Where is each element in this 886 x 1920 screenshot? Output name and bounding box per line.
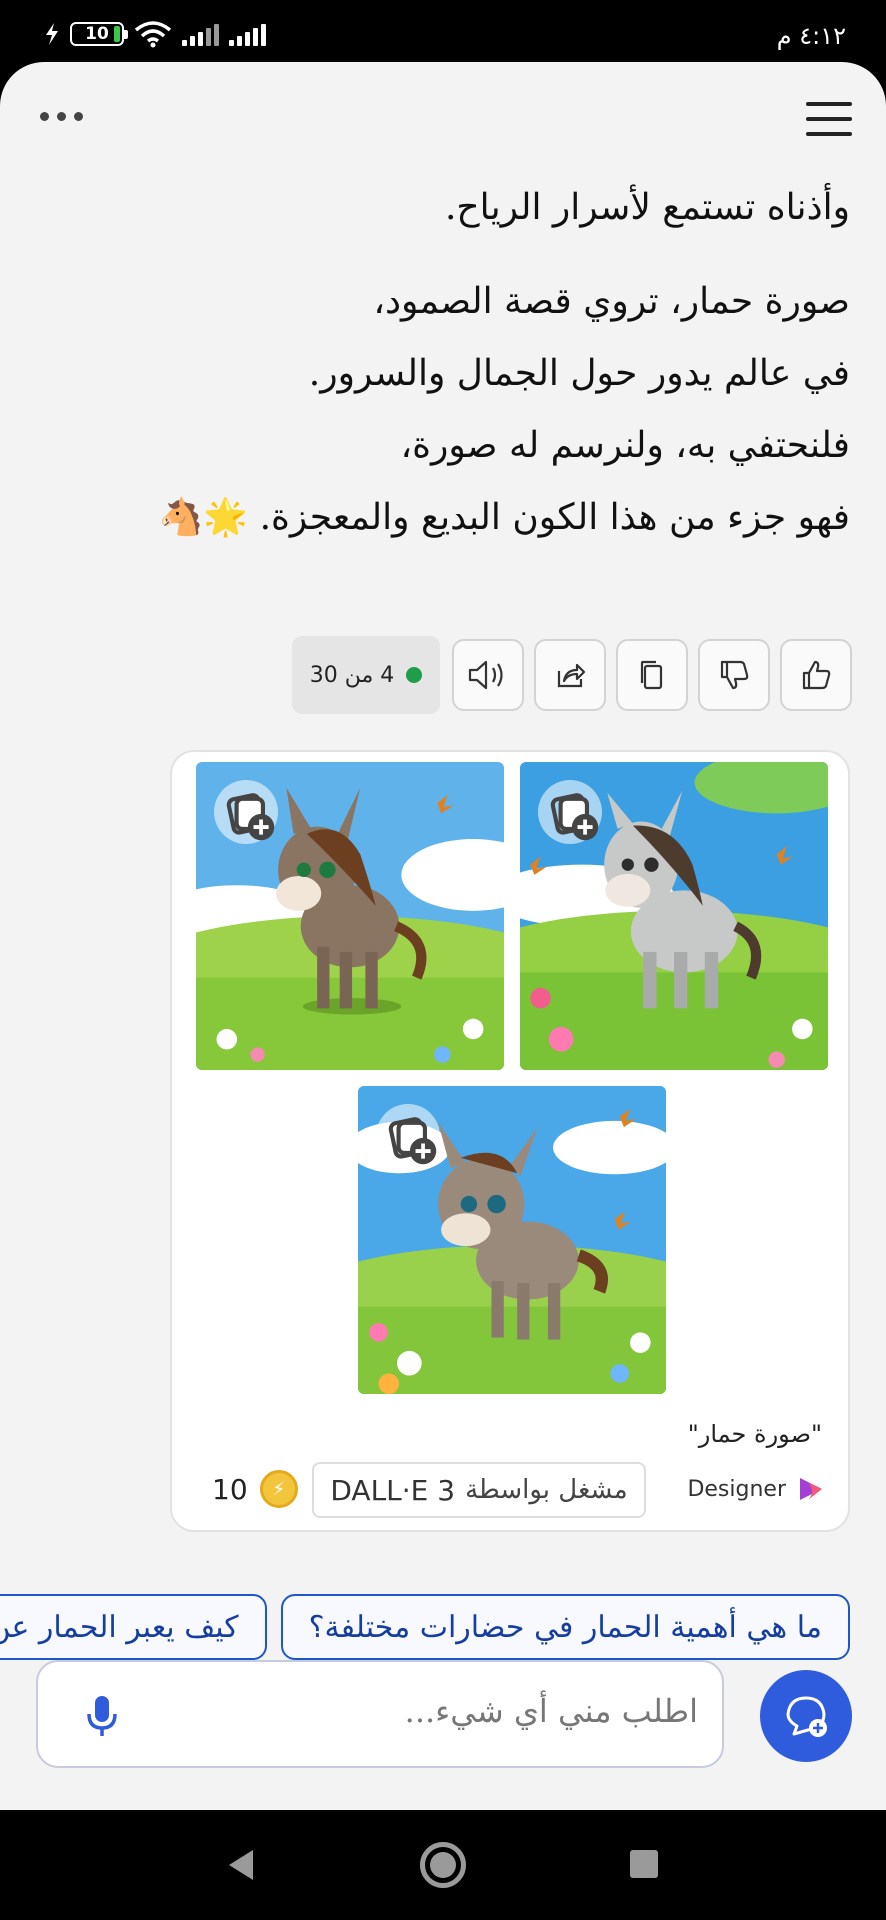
assistant-message: وأذناه تستمع لأسرار الرياح. صورة حمار، ت… <box>30 172 850 554</box>
home-icon[interactable] <box>420 1842 466 1888</box>
chat-screen: وأذناه تستمع لأسرار الرياح. صورة حمار، ت… <box>0 62 886 1810</box>
share-icon <box>557 663 586 688</box>
copy-icon <box>640 660 663 690</box>
wifi-icon <box>134 21 172 48</box>
back-icon[interactable] <box>225 1848 255 1882</box>
battery-level: 10 <box>85 24 109 44</box>
signal-icon-2 <box>229 22 266 46</box>
message-line: صورة حمار، تروي قصة الصمود، <box>373 281 850 322</box>
copy-image-icon[interactable] <box>376 1104 440 1168</box>
new-chat-icon <box>786 1696 827 1737</box>
top-bar <box>0 62 886 182</box>
message-line: فلنحتفي به، ولنرسم له صورة، <box>400 425 850 466</box>
system-nav-bar <box>0 1810 886 1920</box>
dislike-icon <box>720 660 749 690</box>
message-line: وأذناه تستمع لأسرار الرياح. <box>444 187 850 228</box>
read-aloud-button[interactable] <box>452 639 524 711</box>
recent-apps-icon[interactable] <box>630 1850 658 1878</box>
copy-image-icon[interactable] <box>538 780 602 844</box>
dislike-button[interactable] <box>698 639 770 711</box>
message-actions: 4 من 30 <box>292 636 852 714</box>
microphone-icon[interactable] <box>72 1686 132 1746</box>
boost-counter: 10 ⚡ <box>212 1470 298 1508</box>
copy-button[interactable] <box>616 639 688 711</box>
image-card-footer: Designer مشغل بواسطة DALL·E 3 10 ⚡ <box>172 1462 848 1518</box>
powered-by-model: DALL·E 3 <box>330 1473 456 1507</box>
powered-by-badge: مشغل بواسطة DALL·E 3 <box>312 1462 646 1518</box>
input-placeholder: اطلب مني أي شيء... <box>404 1692 698 1730</box>
signal-icon <box>182 22 219 46</box>
image-result-card: "صورة حمار" Designer مشغل بواسطة DALL·E … <box>170 750 850 1532</box>
counter-text: 4 من 30 <box>309 662 395 688</box>
suggestion-chip[interactable]: ما هي أهمية الحمار في حضارات مختلفة؟ <box>280 1594 850 1660</box>
generated-image[interactable] <box>196 762 504 1070</box>
generated-image[interactable] <box>358 1086 666 1394</box>
generated-image[interactable] <box>520 762 828 1070</box>
message-line: في عالم يدور حول الجمال والسرور. <box>308 353 850 394</box>
like-button[interactable] <box>780 639 852 711</box>
status-dot <box>406 667 423 683</box>
charging-icon <box>46 23 58 45</box>
suggestion-chip[interactable]: كيف يعبر الحمار عن مشاعره؟ <box>0 1594 267 1660</box>
share-button[interactable] <box>534 639 606 711</box>
like-icon <box>802 660 831 690</box>
boost-count: 10 <box>212 1472 248 1506</box>
copy-image-icon[interactable] <box>214 780 278 844</box>
response-counter: 4 من 30 <box>292 636 440 714</box>
speaker-icon <box>468 660 503 690</box>
menu-icon[interactable] <box>806 102 852 136</box>
designer-link[interactable]: Designer <box>687 1474 826 1504</box>
designer-logo-icon <box>800 1478 822 1500</box>
suggestion-chips: ما هي أهمية الحمار في حضارات مختلفة؟ كيف… <box>0 1594 850 1660</box>
more-options-icon[interactable] <box>40 112 83 121</box>
new-topic-button[interactable] <box>760 1670 852 1762</box>
powered-by-prefix: مشغل بواسطة <box>465 1475 628 1505</box>
image-caption: "صورة حمار" <box>687 1420 822 1448</box>
battery-icon: 10 <box>70 22 128 46</box>
status-time: ٤:١٢ م <box>776 22 846 50</box>
boost-coin-icon: ⚡ <box>259 1470 298 1508</box>
designer-label: Designer <box>687 1476 786 1502</box>
message-line: فهو جزء من هذا الكون البديع والمعجزة. 🌟🐴 <box>158 497 850 538</box>
message-input[interactable]: اطلب مني أي شيء... <box>36 1660 724 1768</box>
status-bar: 10 ٤:١٢ م <box>0 0 886 64</box>
